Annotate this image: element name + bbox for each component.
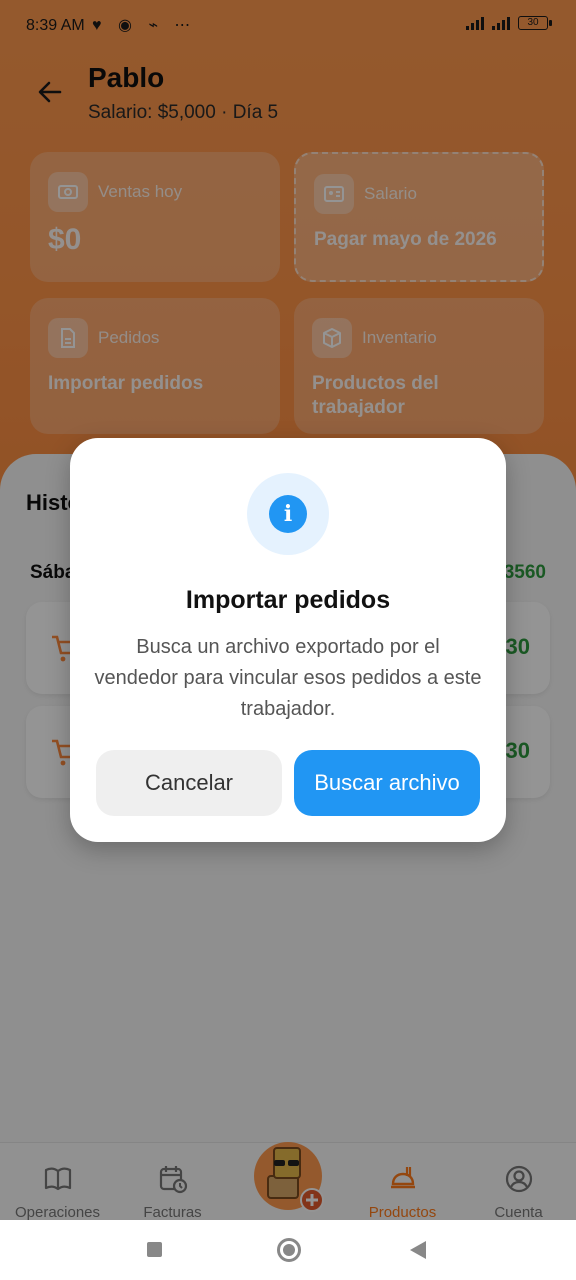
import-orders-dialog: i Importar pedidos Busca un archivo expo…	[70, 438, 506, 842]
dialog-title: Importar pedidos	[185, 586, 391, 614]
dialog-body: Busca un archivo exportado por el vended…	[94, 636, 482, 720]
info-icon-wrap: i	[247, 473, 329, 555]
system-navigation-bar	[0, 1220, 576, 1280]
browse-file-button[interactable]: Buscar archivo	[294, 750, 480, 816]
cancel-button[interactable]: Cancelar	[96, 750, 282, 816]
recents-icon[interactable]	[147, 1242, 162, 1257]
home-icon[interactable]	[277, 1238, 301, 1262]
back-icon[interactable]	[410, 1241, 426, 1259]
info-icon: i	[269, 495, 307, 533]
